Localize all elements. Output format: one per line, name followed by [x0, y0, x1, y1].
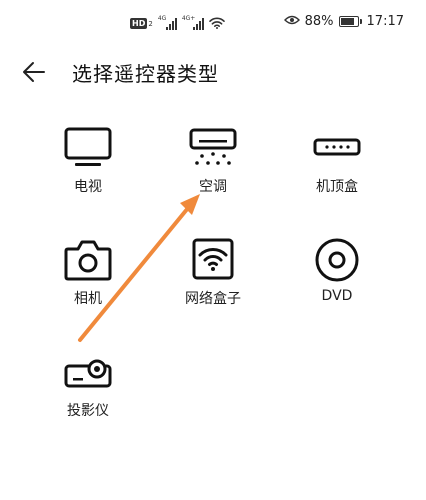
sim1-generation: 4G: [157, 14, 167, 22]
tv-icon: [62, 122, 114, 174]
device-label-air-conditioner: 空调: [199, 179, 227, 195]
wifi-icon: [209, 14, 225, 33]
clock-time: 17:17: [366, 14, 404, 29]
status-bar: HD 2 4G 4G+ 88% 17:17: [0, 0, 426, 44]
device-label-network-box: 网络盒子: [185, 291, 241, 307]
device-item-dvd[interactable]: DVD: [282, 234, 392, 304]
device-item-set-top-box[interactable]: 机顶盒: [282, 122, 392, 196]
camera-icon: [62, 234, 114, 286]
back-arrow-icon: [23, 62, 45, 82]
hd-badge-text: HD: [130, 18, 148, 29]
set-top-box-icon: [311, 122, 363, 174]
device-item-network-box[interactable]: 网络盒子: [158, 234, 268, 308]
projector-icon: [62, 346, 114, 398]
status-bar-right: 88% 17:17: [283, 14, 404, 29]
hd-voice-icon: HD 2: [130, 18, 153, 30]
back-button[interactable]: [22, 56, 58, 88]
device-label-projector: 投影仪: [67, 403, 109, 419]
device-item-projector[interactable]: 投影仪: [33, 346, 143, 420]
device-label-tv: 电视: [74, 179, 102, 195]
header: 选择遥控器类型: [0, 48, 426, 96]
air-conditioner-icon: [187, 122, 239, 174]
eye-comfort-icon: [283, 14, 300, 29]
hd-badge-sub: 2: [148, 19, 153, 28]
battery-percent: 88%: [304, 14, 334, 29]
device-label-set-top-box: 机顶盒: [316, 179, 358, 195]
device-item-tv[interactable]: 电视: [33, 122, 143, 196]
network-box-icon: [187, 234, 239, 286]
signal-sim1-icon: 4G: [157, 14, 177, 30]
dvd-icon: [311, 234, 363, 286]
status-bar-left: HD 2 4G 4G+: [130, 14, 225, 33]
device-label-dvd: DVD: [321, 288, 353, 304]
device-label-camera: 相机: [74, 291, 102, 307]
device-item-air-conditioner[interactable]: 空调: [158, 122, 268, 196]
device-item-camera[interactable]: 相机: [33, 234, 143, 308]
signal-sim2-icon: 4G+: [181, 14, 204, 30]
sim2-generation: 4G+: [181, 14, 196, 22]
page-title: 选择遥控器类型: [72, 62, 219, 86]
battery-icon: [338, 16, 362, 27]
battery-fill: [340, 18, 354, 25]
